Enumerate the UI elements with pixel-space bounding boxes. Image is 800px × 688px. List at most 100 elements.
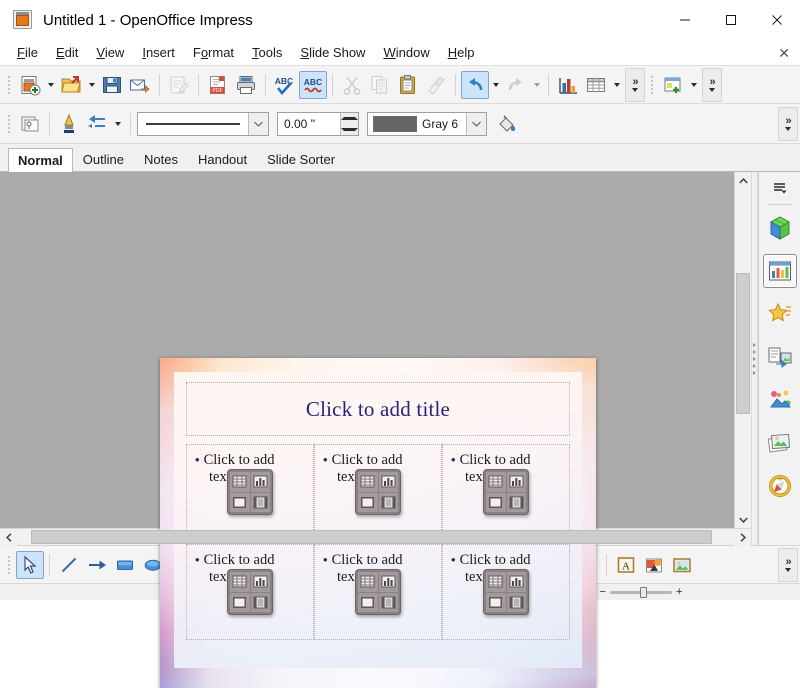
arrow-style-dropdown[interactable]: [111, 110, 124, 138]
zoom-slider[interactable]: − +: [594, 586, 689, 598]
chart-icon[interactable]: [507, 472, 527, 492]
insert-table-button[interactable]: [582, 71, 610, 99]
minimize-button[interactable]: [662, 0, 708, 40]
movie-icon[interactable]: [379, 593, 399, 613]
tab-normal[interactable]: Normal: [8, 148, 73, 172]
content-placeholder-5[interactable]: •Click to addtext: [314, 544, 442, 640]
menu-insert[interactable]: Insert: [133, 42, 184, 63]
zoom-knob[interactable]: [640, 587, 647, 598]
menu-edit[interactable]: Edit: [47, 42, 87, 63]
insert-object-widget[interactable]: [355, 469, 401, 515]
area-style-filling-button[interactable]: [493, 110, 521, 138]
drawing-toolbar-overflow[interactable]: »: [778, 548, 798, 582]
content-placeholder-6[interactable]: •Click to addtext: [442, 544, 570, 640]
sidebar-item-slide-transition[interactable]: [763, 340, 797, 374]
sidebar-item-properties[interactable]: [763, 211, 797, 245]
insert-slide-button[interactable]: [659, 71, 687, 99]
autospellcheck-button[interactable]: ABC: [299, 71, 327, 99]
zoom-track[interactable]: [610, 591, 672, 594]
table-icon[interactable]: [358, 572, 378, 592]
new-document-dropdown[interactable]: [44, 71, 57, 99]
horizontal-scroll-track[interactable]: [17, 529, 734, 545]
vertical-scroll-thumb[interactable]: [736, 273, 750, 415]
insert-slide-dropdown[interactable]: [687, 71, 700, 99]
movie-icon[interactable]: [507, 593, 527, 613]
line-style-arrow[interactable]: [248, 113, 268, 135]
sidebar-settings-icon[interactable]: [763, 176, 797, 200]
open-document-dropdown[interactable]: [85, 71, 98, 99]
undo-dropdown[interactable]: [489, 71, 502, 99]
content-placeholder-4[interactable]: •Click to addtext: [186, 544, 314, 640]
image-tool[interactable]: [668, 551, 696, 579]
line-width-value[interactable]: 0.00 ": [278, 117, 340, 131]
fill-color-combo[interactable]: Gray 6: [367, 112, 487, 136]
menu-window[interactable]: Window: [374, 42, 438, 63]
fill-color-arrow[interactable]: [466, 113, 486, 135]
slide-edit-area[interactable]: Click to add title •Click to addtext: [0, 172, 734, 528]
menu-slide-show[interactable]: Slide Show: [291, 42, 374, 63]
standard-toolbar-overflow[interactable]: »: [625, 68, 645, 102]
insert-object-widget[interactable]: [227, 569, 273, 615]
zoom-out-button[interactable]: −: [600, 586, 606, 598]
movie-icon[interactable]: [507, 493, 527, 513]
scroll-right-button[interactable]: [734, 529, 751, 546]
image-icon[interactable]: [230, 493, 250, 513]
line-color-button[interactable]: [55, 110, 83, 138]
sidebar-item-custom-animation[interactable]: [763, 297, 797, 331]
sidebar-item-layouts[interactable]: [763, 254, 797, 288]
insert-chart-button[interactable]: [554, 71, 582, 99]
horizontal-scroll-thumb[interactable]: [31, 530, 712, 544]
insert-table-dropdown[interactable]: [610, 71, 623, 99]
image-icon[interactable]: [486, 593, 506, 613]
toolbar-grip-2[interactable]: [648, 72, 656, 98]
toolbar-grip[interactable]: [5, 72, 13, 98]
tab-handout[interactable]: Handout: [188, 147, 257, 171]
chart-icon[interactable]: [379, 572, 399, 592]
fontwork-tool[interactable]: A: [612, 551, 640, 579]
close-document-icon[interactable]: ✕: [778, 45, 790, 62]
insert-object-widget[interactable]: [227, 469, 273, 515]
slide-canvas[interactable]: Click to add title •Click to addtext: [160, 358, 596, 688]
from-file-tool[interactable]: [640, 551, 668, 579]
close-button[interactable]: [754, 0, 800, 40]
sidebar-item-gallery[interactable]: [763, 426, 797, 460]
menu-view[interactable]: View: [87, 42, 133, 63]
line-style-combo[interactable]: [137, 112, 269, 136]
display-views-button[interactable]: [16, 110, 44, 138]
line-fill-grip[interactable]: [5, 111, 13, 137]
horizontal-scrollbar[interactable]: [0, 528, 751, 545]
insert-object-widget[interactable]: [483, 569, 529, 615]
content-placeholder-2[interactable]: •Click to addtext: [314, 444, 442, 540]
paste-button[interactable]: [394, 71, 422, 99]
line-width-steppers[interactable]: [340, 113, 358, 135]
line-tool[interactable]: [55, 551, 83, 579]
redo-button[interactable]: [502, 71, 530, 99]
sidebar-item-master-pages[interactable]: [763, 383, 797, 417]
table-icon[interactable]: [486, 572, 506, 592]
insert-toolbar-overflow[interactable]: »: [702, 68, 722, 102]
chart-icon[interactable]: [251, 572, 271, 592]
scroll-left-button[interactable]: [0, 529, 17, 546]
save-document-button[interactable]: [98, 71, 126, 99]
undo-button[interactable]: [461, 71, 489, 99]
content-placeholder-1[interactable]: •Click to addtext: [186, 444, 314, 540]
new-document-button[interactable]: [16, 71, 44, 99]
spelling-button[interactable]: ABC: [271, 71, 299, 99]
rectangle-tool[interactable]: [111, 551, 139, 579]
line-width-down[interactable]: [341, 124, 358, 135]
sidebar-item-navigator[interactable]: N: [763, 469, 797, 503]
menu-help[interactable]: Help: [439, 42, 484, 63]
select-tool[interactable]: [16, 551, 44, 579]
scroll-down-button[interactable]: [735, 511, 751, 528]
movie-icon[interactable]: [251, 493, 271, 513]
table-icon[interactable]: [358, 472, 378, 492]
tab-notes[interactable]: Notes: [134, 147, 188, 171]
table-icon[interactable]: [230, 572, 250, 592]
vertical-scroll-track[interactable]: [735, 189, 751, 511]
movie-icon[interactable]: [251, 593, 271, 613]
zoom-in-button[interactable]: +: [676, 586, 682, 598]
menu-format[interactable]: Format: [184, 42, 243, 63]
content-placeholder-3[interactable]: •Click to addtext: [442, 444, 570, 540]
image-icon[interactable]: [486, 493, 506, 513]
edit-file-button[interactable]: [165, 71, 193, 99]
